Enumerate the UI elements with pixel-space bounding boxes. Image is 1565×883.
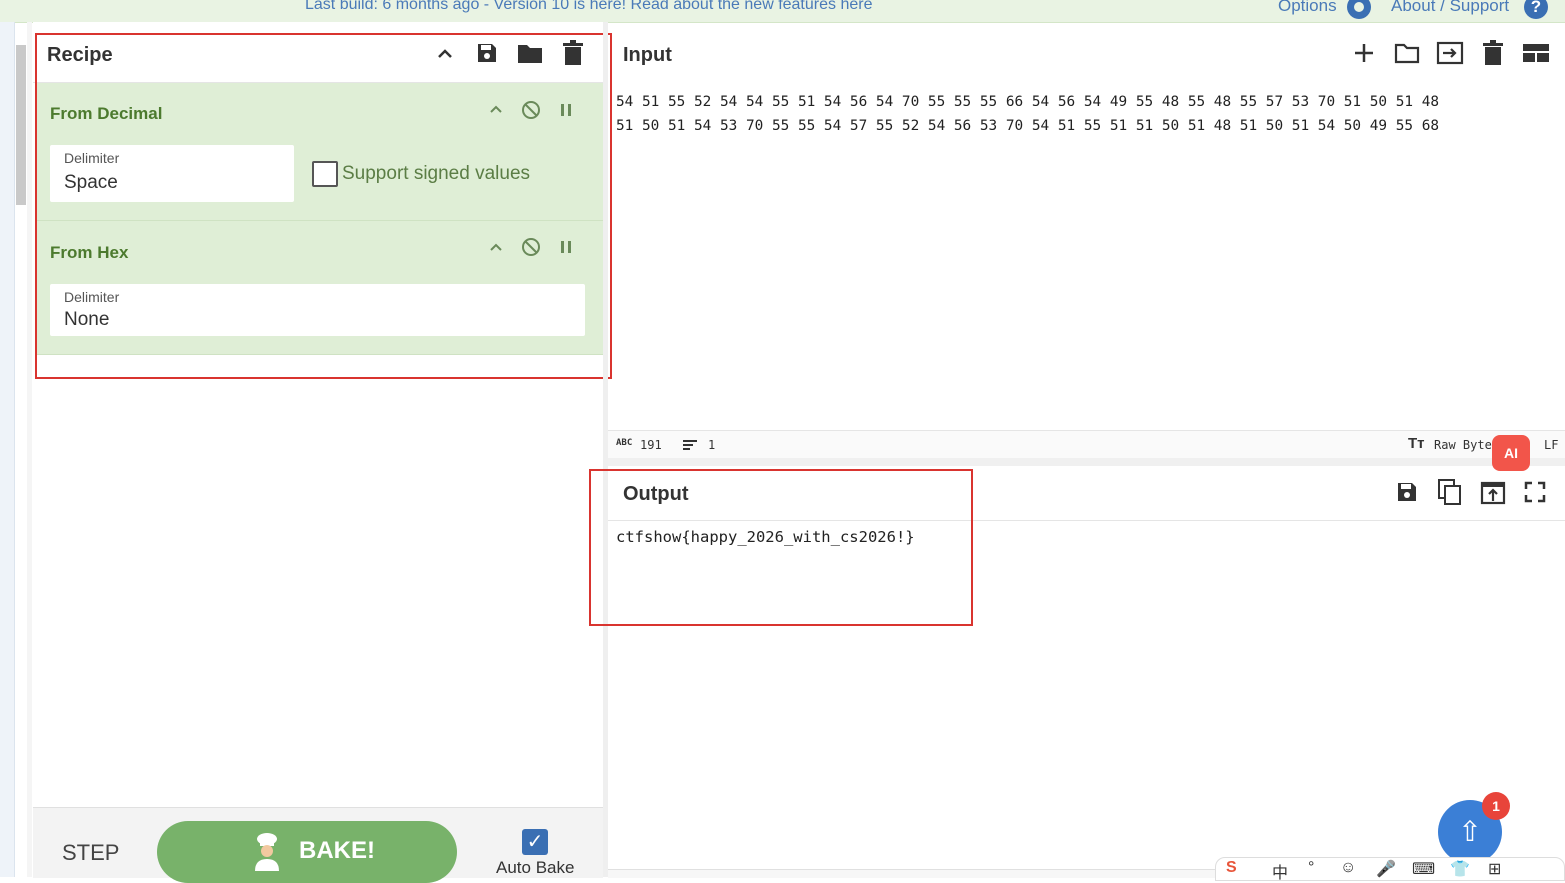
maximize-icon[interactable]: [1524, 481, 1546, 503]
bake-label: BAKE!: [299, 837, 375, 864]
eol-selector[interactable]: LF: [1544, 438, 1558, 452]
open-file-icon[interactable]: [1436, 41, 1464, 65]
char-count-icon: ABC: [616, 438, 633, 448]
ime-mode-icon[interactable]: 中: [1272, 859, 1288, 883]
output-highlight-box: [589, 469, 973, 626]
font-size-icon[interactable]: Tт: [1408, 435, 1425, 452]
version-notice: Last build: 6 months ago - Version 10 is…: [305, 0, 872, 14]
open-folder-icon[interactable]: [1394, 42, 1420, 64]
line-count: 1: [708, 438, 716, 452]
recipe-highlight-box: [35, 33, 612, 379]
ime-punct-icon[interactable]: °: [1308, 859, 1314, 877]
notice-link[interactable]: here: [840, 0, 872, 13]
add-tab-icon[interactable]: [1353, 42, 1375, 64]
trash-icon[interactable]: [1482, 40, 1504, 66]
operations-scrollbar[interactable]: [16, 45, 26, 205]
ime-voice-icon[interactable]: 🎤: [1376, 859, 1396, 879]
bake-button[interactable]: BAKE!: [157, 821, 457, 883]
save-icon[interactable]: [1395, 480, 1419, 504]
input-status-bar: ABC 191 1 Tт Raw Byte LF: [608, 430, 1565, 459]
char-count: 191: [640, 438, 662, 452]
about-support-link[interactable]: About / Support: [1391, 0, 1509, 16]
ime-skin-icon[interactable]: 👕: [1450, 859, 1470, 879]
ime-toolbar: S 中 ° ☺ 🎤 ⌨ 👕 ⊞: [1215, 857, 1565, 883]
chef-icon: [255, 833, 279, 871]
ime-menu-icon[interactable]: ⊞: [1488, 859, 1501, 879]
panel-resizer[interactable]: [27, 22, 32, 877]
input-title: Input: [623, 44, 672, 66]
ai-assistant-icon[interactable]: AI: [1492, 435, 1530, 471]
ime-logo-icon[interactable]: S: [1226, 859, 1237, 877]
input-header: Input: [608, 30, 1565, 82]
input-line: 51 50 51 54 53 70 55 55 54 57 55 52 54 5…: [616, 118, 1440, 134]
auto-bake-label: Auto Bake: [496, 858, 575, 877]
input-line: 54 51 55 52 54 54 55 51 54 56 54 70 55 5…: [616, 94, 1440, 110]
layout-icon[interactable]: [1522, 42, 1550, 64]
gear-icon[interactable]: [1347, 0, 1371, 19]
notification-badge: 1: [1482, 792, 1510, 820]
ime-keyboard-icon[interactable]: ⌨: [1412, 859, 1435, 879]
io-resizer[interactable]: [608, 458, 1565, 466]
encoding-selector[interactable]: Raw Byte: [1434, 438, 1492, 452]
operations-panel: [0, 22, 15, 877]
step-button[interactable]: STEP: [62, 840, 119, 866]
help-icon[interactable]: ?: [1524, 0, 1548, 19]
input-textarea[interactable]: 54 51 55 52 54 54 55 51 54 56 54 70 55 5…: [616, 90, 1561, 138]
options-link[interactable]: Options: [1278, 0, 1337, 16]
auto-bake-checkbox[interactable]: ✓: [522, 829, 548, 855]
line-count-icon: [683, 440, 697, 450]
ime-emoji-icon[interactable]: ☺: [1340, 859, 1356, 877]
top-banner: Last build: 6 months ago - Version 10 is…: [0, 0, 1565, 23]
copy-icon[interactable]: [1437, 478, 1463, 506]
replace-input-icon[interactable]: [1480, 479, 1506, 505]
